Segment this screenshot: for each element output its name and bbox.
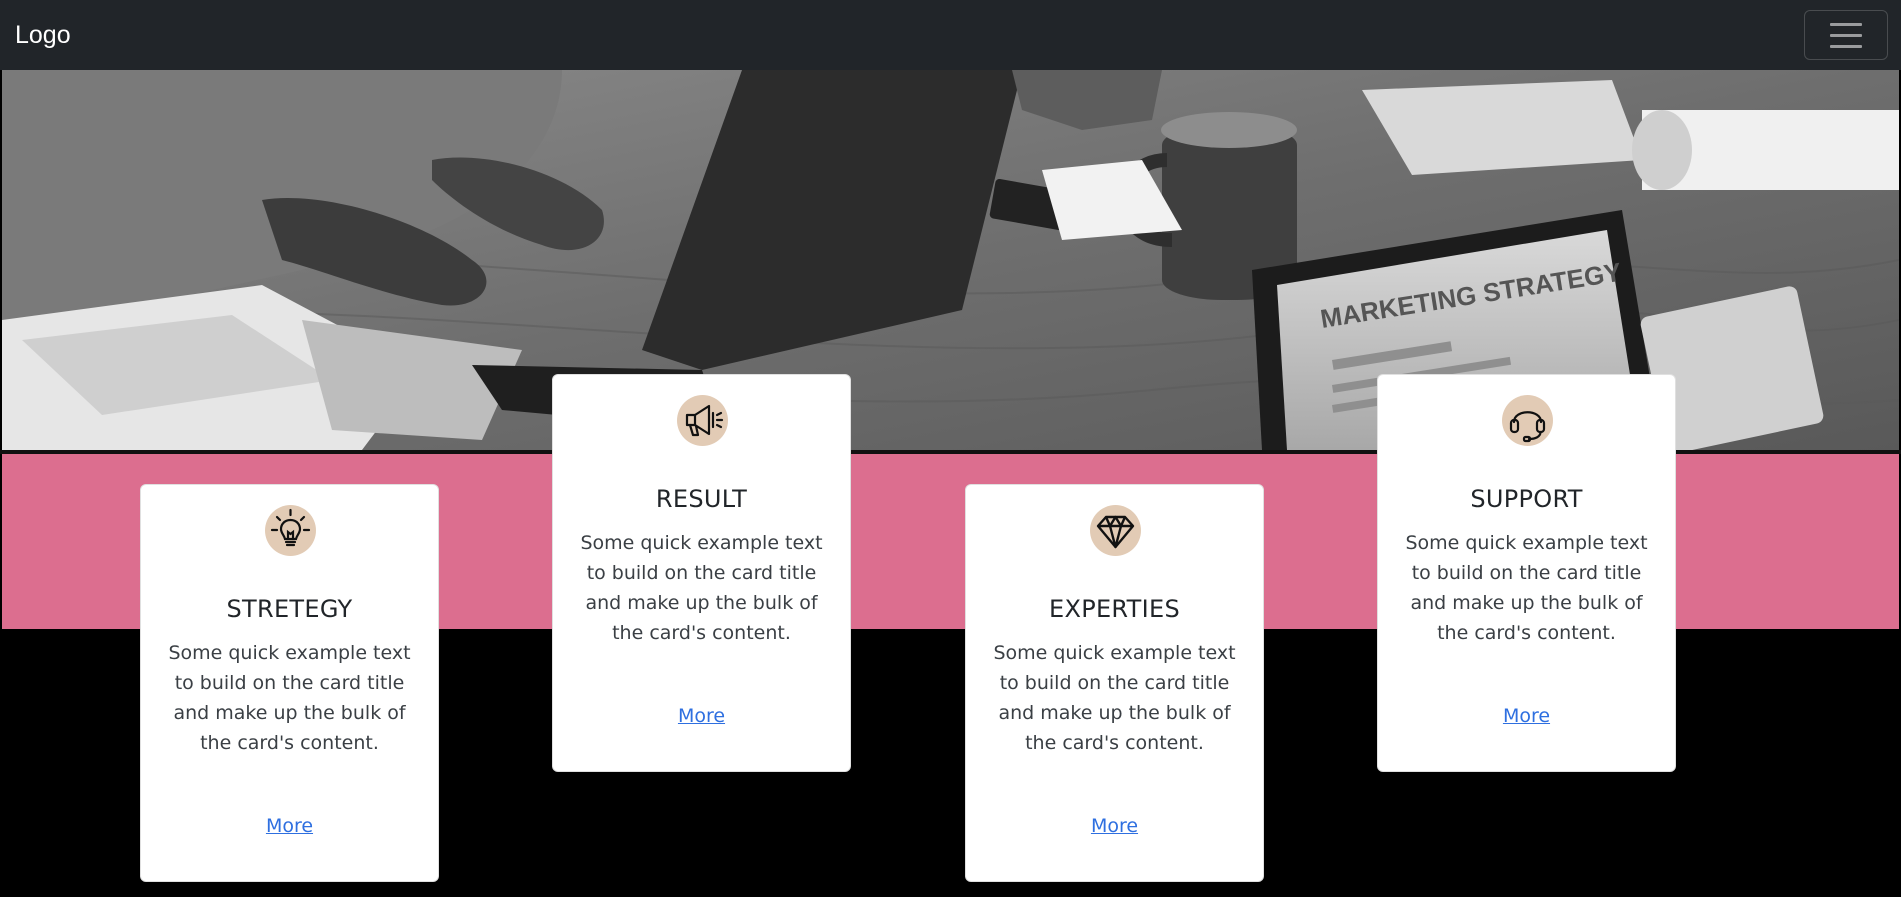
card-support: SUPPORT Some quick example text to build…	[1377, 374, 1676, 772]
card-experties: EXPERTIES Some quick example text to bui…	[965, 484, 1264, 882]
more-link[interactable]: More	[141, 815, 438, 837]
card-title: EXPERTIES	[1048, 595, 1180, 623]
card-result: RESULT Some quick example text to build …	[552, 374, 851, 772]
megaphone-icon	[677, 395, 728, 446]
toggler-bar	[1830, 44, 1862, 48]
card-text: Some quick example text to build on the …	[580, 532, 823, 644]
card-text: Some quick example text to build on the …	[1405, 532, 1648, 644]
headset-icon	[1502, 395, 1553, 446]
toggler-bar	[1830, 33, 1862, 37]
card-title: SUPPORT	[1470, 485, 1583, 513]
brand-logo[interactable]: Logo	[15, 21, 71, 50]
hamburger-menu-icon[interactable]	[1804, 10, 1888, 60]
navbar: Logo	[0, 0, 1901, 70]
more-link[interactable]: More	[553, 705, 850, 727]
card-text: Some quick example text to build on the …	[168, 642, 411, 754]
toggler-bar	[1830, 22, 1862, 26]
card-text: Some quick example text to build on the …	[993, 642, 1236, 754]
more-link[interactable]: More	[966, 815, 1263, 837]
more-link[interactable]: More	[1378, 705, 1675, 727]
card-strategy: STRETEGY Some quick example text to buil…	[140, 484, 439, 882]
lightbulb-icon	[265, 505, 316, 556]
card-title: RESULT	[655, 485, 748, 513]
card-title: STRETEGY	[226, 595, 353, 623]
diamond-icon	[1090, 505, 1141, 556]
